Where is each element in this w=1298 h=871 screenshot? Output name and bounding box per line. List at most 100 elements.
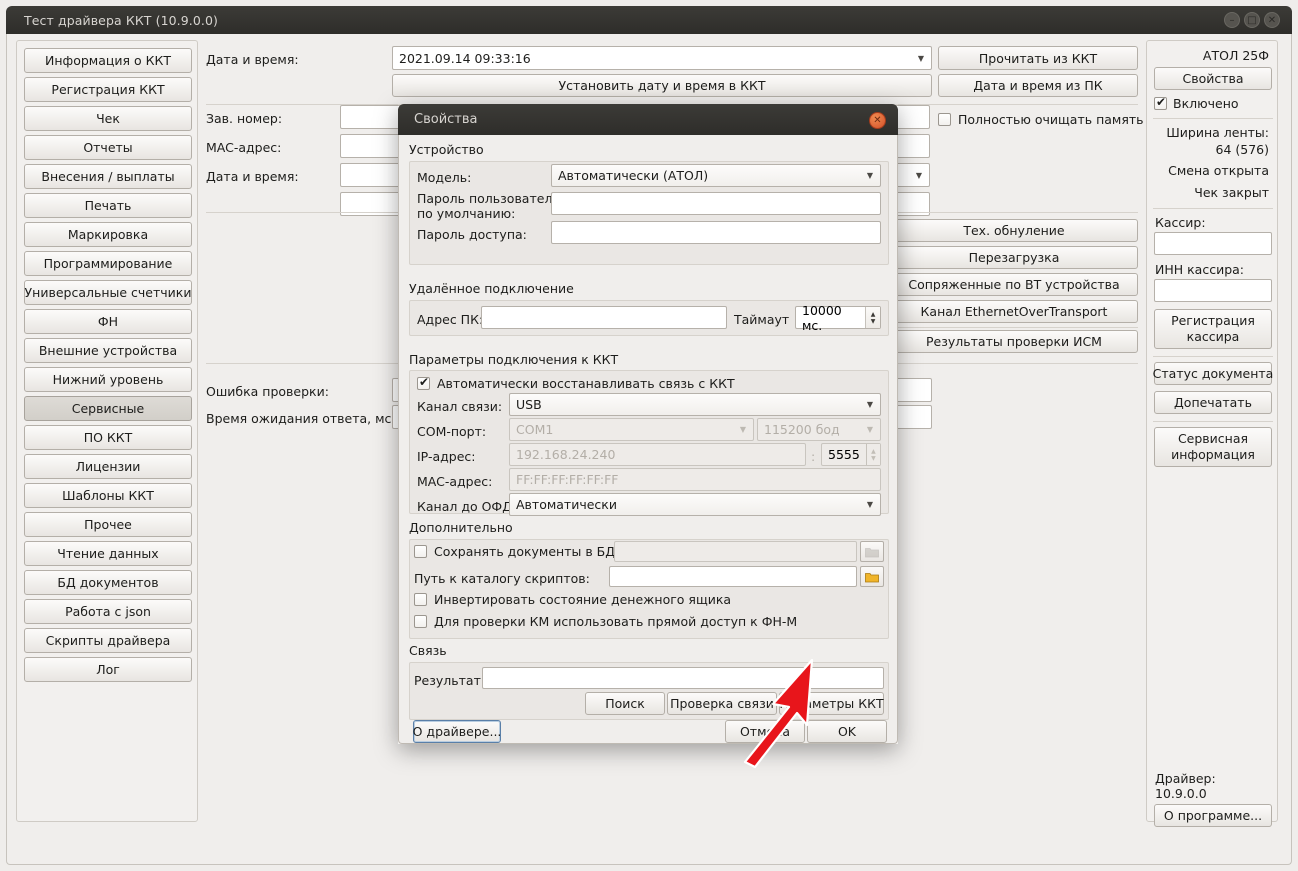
sidebar-item-kkt-registration[interactable]: Регистрация ККТ: [24, 77, 192, 102]
sidebar-item-deposits[interactable]: Внесения / выплаты: [24, 164, 192, 189]
chevron-down-icon[interactable]: ▼: [860, 425, 880, 434]
access-password-input[interactable]: [551, 221, 881, 244]
timeout-value: 10000 мс.: [802, 302, 842, 333]
auto-restore-checkbox[interactable]: [417, 375, 430, 390]
spinner-arrows-icon[interactable]: ▲ ▼: [865, 444, 880, 465]
tech-reset-button[interactable]: Тех. обнуление: [890, 219, 1138, 242]
maximize-icon[interactable]: □: [1244, 12, 1260, 28]
model-value: Автоматически (АТОЛ): [558, 168, 709, 183]
kkt-params-button[interactable]: Параметры ККТ: [779, 692, 884, 715]
result-input[interactable]: [482, 667, 884, 689]
direct-fnm-checkbox-row[interactable]: Для проверки КМ использовать прямой дост…: [414, 614, 797, 629]
channel-label: Канал связи:: [417, 399, 503, 414]
cancel-button[interactable]: Отмена: [725, 720, 805, 743]
properties-button[interactable]: Свойства: [1154, 67, 1272, 90]
com-port-combo[interactable]: COM1 ▼: [509, 418, 754, 441]
sidebar-item-log[interactable]: Лог: [24, 657, 192, 682]
enabled-checkbox-row[interactable]: Включено: [1154, 95, 1239, 111]
cashier-input[interactable]: [1154, 232, 1272, 255]
sidebar-item-licenses[interactable]: Лицензии: [24, 454, 192, 479]
sidebar-item-kkt-templates[interactable]: Шаблоны ККТ: [24, 483, 192, 508]
folder-icon-db[interactable]: [860, 541, 884, 562]
sidebar-item-docs-db[interactable]: БД документов: [24, 570, 192, 595]
ip-input[interactable]: 192.168.24.240: [509, 443, 806, 466]
save-docs-checkbox[interactable]: [414, 545, 427, 558]
clear-memory-checkbox-row[interactable]: Полностью очищать память: [938, 112, 1144, 127]
ok-button[interactable]: OK: [807, 720, 887, 743]
save-docs-checkbox-row[interactable]: Сохранять документы в БД: [414, 544, 615, 559]
folder-icon-scripts[interactable]: [860, 566, 884, 587]
additional-group-title: Дополнительно: [409, 520, 513, 535]
sidebar-item-kkt-info[interactable]: Информация о ККТ: [24, 48, 192, 73]
sidebar-item-print[interactable]: Печать: [24, 193, 192, 218]
doc-status-button[interactable]: Статус документа: [1153, 362, 1273, 385]
result-label: Результат:: [414, 673, 486, 688]
user-password-input[interactable]: [551, 192, 881, 215]
invert-drawer-checkbox-row[interactable]: Инвертировать состояние денежного ящика: [414, 592, 731, 607]
clear-memory-label: Полностью очищать память: [958, 112, 1144, 127]
timeout-spinner[interactable]: 10000 мс. ▲ ▼: [795, 302, 881, 333]
ism-results-button[interactable]: Результаты проверки ИСМ: [890, 330, 1138, 353]
about-driver-button[interactable]: О драйвере...: [413, 720, 501, 743]
sidebar-item-driver-scripts[interactable]: Скрипты драйвера: [24, 628, 192, 653]
dialog-close-icon[interactable]: ✕: [869, 112, 886, 129]
sidebar-item-external-devices[interactable]: Внешние устройства: [24, 338, 192, 363]
about-program-button[interactable]: О программе...: [1154, 804, 1272, 827]
sidebar-item-service[interactable]: Сервисные: [24, 396, 192, 421]
channel-combo[interactable]: USB ▼: [509, 393, 881, 416]
sidebar-item-fn[interactable]: ФН: [24, 309, 192, 334]
datetime-from-pc-button[interactable]: Дата и время из ПК: [938, 74, 1138, 97]
read-from-kkt-button[interactable]: Прочитать из ККТ: [938, 46, 1138, 70]
cashier-inn-input[interactable]: [1154, 279, 1272, 302]
datetime-combo[interactable]: 2021.09.14 09:33:16 ▼: [392, 46, 932, 70]
baud-combo[interactable]: 115200 бод ▼: [757, 418, 881, 441]
enabled-checkbox[interactable]: [1154, 95, 1167, 110]
reprint-button[interactable]: Допечатать: [1154, 391, 1272, 414]
register-cashier-button[interactable]: Регистрация кассира: [1154, 309, 1272, 349]
sidebar-item-universal-counters[interactable]: Универсальные счетчики: [24, 280, 192, 305]
save-docs-path-input[interactable]: [614, 541, 857, 562]
service-info-button[interactable]: Сервисная информация: [1154, 427, 1272, 467]
scripts-path-input[interactable]: [609, 566, 857, 587]
com-port-value: COM1: [516, 422, 554, 437]
search-button[interactable]: Поиск: [585, 692, 665, 715]
check-link-button[interactable]: Проверка связи: [667, 692, 777, 715]
sidebar-item-read-data[interactable]: Чтение данных: [24, 541, 192, 566]
sidebar-item-json[interactable]: Работа с json: [24, 599, 192, 624]
ofd-combo[interactable]: Автоматически ▼: [509, 493, 881, 516]
clear-memory-checkbox[interactable]: [938, 113, 951, 126]
invert-drawer-checkbox[interactable]: [414, 593, 427, 606]
chevron-down-icon[interactable]: ▼: [911, 54, 931, 63]
link-group-title: Связь: [409, 643, 447, 658]
spinner-arrows-icon[interactable]: ▲ ▼: [865, 307, 880, 328]
model-combo[interactable]: Автоматически (АТОЛ) ▼: [551, 164, 881, 187]
chevron-down-icon-2[interactable]: ▼: [909, 171, 929, 180]
set-datetime-button[interactable]: Установить дату и время в ККТ: [392, 74, 932, 97]
mac-label: MAC-адрес:: [206, 140, 282, 155]
sidebar-item-kkt-software[interactable]: ПО ККТ: [24, 425, 192, 450]
chevron-down-icon[interactable]: ▼: [733, 425, 753, 434]
sidebar-item-programming[interactable]: Программирование: [24, 251, 192, 276]
sidebar-item-marking[interactable]: Маркировка: [24, 222, 192, 247]
enabled-label: Включено: [1173, 96, 1239, 111]
minimize-icon[interactable]: –: [1224, 12, 1240, 28]
sidebar-item-reports[interactable]: Отчеты: [24, 135, 192, 160]
close-icon[interactable]: ✕: [1264, 12, 1280, 28]
tape-width-label: Ширина ленты:: [1166, 125, 1269, 140]
pc-address-input[interactable]: [481, 306, 727, 329]
eot-channel-button[interactable]: Канал EthernetOverTransport: [890, 300, 1138, 323]
chevron-down-icon[interactable]: ▼: [860, 171, 880, 180]
driver-label: Драйвер:: [1155, 771, 1216, 786]
bt-devices-button[interactable]: Сопряженные по BT устройства: [890, 273, 1138, 296]
chevron-down-icon[interactable]: ▼: [860, 500, 880, 509]
port-spinner[interactable]: 5555 ▲ ▼: [821, 443, 881, 466]
user-password-label-line2: по умолчанию:: [417, 206, 516, 221]
sidebar-item-receipt[interactable]: Чек: [24, 106, 192, 131]
mac-input[interactable]: FF:FF:FF:FF:FF:FF: [509, 468, 881, 491]
auto-restore-checkbox-row[interactable]: Автоматически восстанавливать связь с КК…: [417, 375, 735, 391]
chevron-down-icon[interactable]: ▼: [860, 400, 880, 409]
sidebar-item-low-level[interactable]: Нижний уровень: [24, 367, 192, 392]
reboot-button[interactable]: Перезагрузка: [890, 246, 1138, 269]
sidebar-item-other[interactable]: Прочее: [24, 512, 192, 537]
direct-fnm-checkbox[interactable]: [414, 615, 427, 628]
